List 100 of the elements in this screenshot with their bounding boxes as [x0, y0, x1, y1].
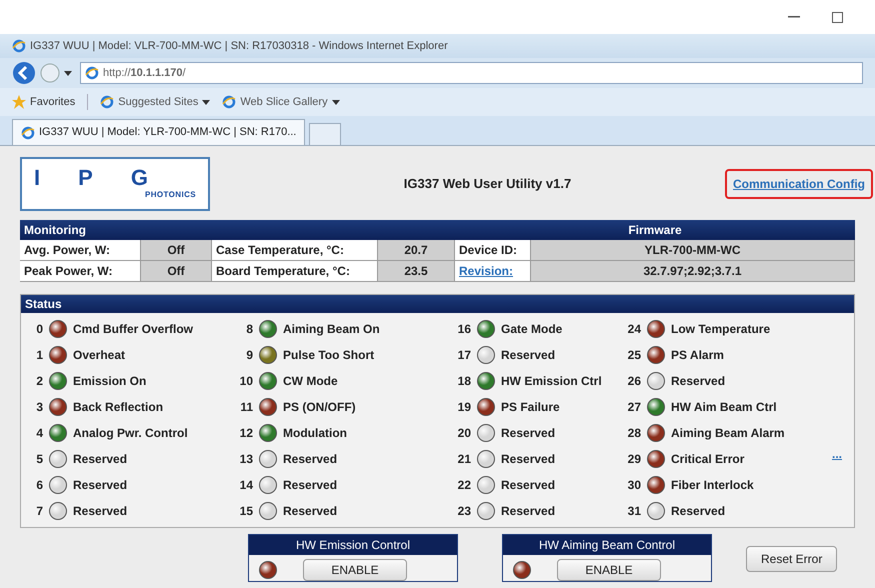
reset-error-button[interactable]: Reset Error: [746, 546, 838, 572]
browser-icon: [21, 126, 35, 140]
logo-letter: I: [34, 167, 40, 189]
bit-number: 15: [238, 503, 253, 520]
bit-number: 16: [456, 321, 471, 338]
revision-link[interactable]: Revision:: [455, 261, 530, 281]
enable-button[interactable]: ENABLE: [557, 559, 661, 581]
bit-number: 20: [456, 425, 471, 442]
status-label: Reserved: [501, 477, 556, 494]
caret-icon: [202, 100, 210, 104]
bit-number: 1: [35, 347, 43, 364]
panel-header: HW Aiming Beam Control: [503, 535, 711, 555]
back-icon[interactable]: [12, 61, 36, 85]
logo-letter: G: [130, 167, 148, 189]
status-label: HW Aim Beam Ctrl: [671, 399, 777, 416]
communication-config-link[interactable]: Communication Config: [725, 169, 873, 199]
status-label: Reserved: [501, 503, 556, 520]
bit-number: 12: [238, 425, 253, 442]
status-label: Emission On: [73, 373, 146, 390]
status-label: Analog Pwr. Control: [73, 425, 188, 442]
bit-number: 26: [626, 373, 641, 390]
browser-icon: [85, 66, 99, 80]
caret-icon: [332, 100, 340, 104]
browser-tab[interactable]: IG337 WUU | Model: YLR-700-MM-WC | SN: R170...: [12, 119, 306, 145]
bit-number: 8: [245, 321, 253, 338]
bit-number: 28: [626, 425, 641, 442]
status-label: Reserved: [501, 425, 556, 442]
status-label: Cmd Buffer Overflow: [73, 321, 194, 338]
bit-number: 19: [456, 399, 471, 416]
table-cell: 23.5: [377, 261, 455, 281]
bit-number: 21: [456, 451, 471, 468]
status-label: Fiber Interlock: [671, 477, 754, 494]
caret-icon: [64, 70, 72, 76]
status-label: Modulation: [283, 425, 347, 442]
status-label: Gate Mode: [501, 321, 562, 338]
logo-text: PHOTONICS: [144, 189, 196, 201]
enable-button[interactable]: ENABLE: [303, 559, 407, 581]
table-cell: Off: [140, 261, 212, 281]
favorites-link[interactable]: Suggested Sites: [100, 94, 210, 110]
bit-number: 14: [238, 477, 253, 494]
status-label: Reserved: [283, 477, 338, 494]
table-cell: Off: [140, 240, 212, 260]
bit-number: 10: [238, 373, 253, 390]
panel-header: HW Emission Control: [249, 535, 457, 555]
status-label: Reserved: [283, 451, 338, 468]
star-icon: [12, 95, 26, 109]
bit-number: 7: [35, 503, 43, 520]
status-label: Low Temperature: [671, 321, 770, 338]
status-label: CW Mode: [283, 373, 338, 390]
bit-number: 18: [456, 373, 471, 390]
status-label: Reserved: [73, 477, 128, 494]
bit-number: 11: [239, 399, 253, 416]
status-label: PS Alarm: [671, 347, 724, 364]
bit-number: 31: [626, 503, 641, 520]
address-field[interactable]: http://10.1.1.170/: [80, 62, 863, 84]
bit-number: 9: [245, 347, 253, 364]
minimize-icon[interactable]: [788, 16, 800, 18]
bit-number: 23: [456, 503, 471, 520]
status-label: PS Failure: [501, 399, 560, 416]
bit-number: 24: [626, 321, 641, 338]
status-label: Pulse Too Short: [283, 347, 374, 364]
bit-number: 29: [626, 451, 641, 468]
browser-icon: [12, 39, 26, 53]
bit-number: 6: [35, 477, 43, 494]
status-label: PS (ON/OFF): [283, 399, 356, 416]
status-label: Reserved: [283, 503, 338, 520]
browser-icon: [100, 95, 114, 109]
status-label: Aiming Beam Alarm: [671, 425, 785, 442]
bit-number: 22: [456, 477, 471, 494]
status-label: Reserved: [501, 347, 556, 364]
bit-number: 2: [35, 373, 43, 390]
bit-number: 30: [626, 477, 641, 494]
status-label: Reserved: [73, 451, 128, 468]
status-label: Reserved: [73, 503, 128, 520]
window-title: IG337 WUU | Model: VLR-700-MM-WC | SN: R17030318 - Windows Internet Explorer: [30, 38, 448, 54]
table-label: Case Temperature, °C:: [215, 242, 345, 259]
section-header: Status: [21, 295, 854, 313]
status-label: Reserved: [501, 451, 556, 468]
favorites-link[interactable]: Web Slice Gallery: [222, 94, 340, 110]
bit-number: 25: [626, 347, 641, 364]
table-label: Board Temperature, °C:: [215, 263, 351, 280]
table-cell: 20.7: [377, 240, 455, 260]
favorites-button[interactable]: Favorites: [12, 94, 88, 110]
table-label: Peak Power, W:: [23, 263, 114, 280]
bit-number: 0: [35, 321, 43, 338]
status-label: HW Emission Ctrl: [501, 373, 602, 390]
status-label: Critical Error: [671, 451, 744, 468]
status-label: Aiming Beam On: [283, 321, 380, 338]
table-label: Avg. Power, W:: [23, 242, 112, 259]
logo-letter: P: [78, 167, 93, 189]
status-label: Reserved: [671, 503, 726, 520]
bit-number: 17: [456, 347, 471, 364]
maximize-icon[interactable]: [832, 12, 843, 22]
browser-icon: [222, 95, 236, 109]
bit-number: 27: [626, 399, 641, 416]
page-title: IG337 Web User Utility v1.7: [404, 175, 572, 194]
status-label: Back Reflection: [73, 399, 164, 416]
bit-number: 13: [238, 451, 253, 468]
more-link[interactable]: ...: [832, 445, 842, 463]
bit-number: 3: [35, 399, 43, 416]
